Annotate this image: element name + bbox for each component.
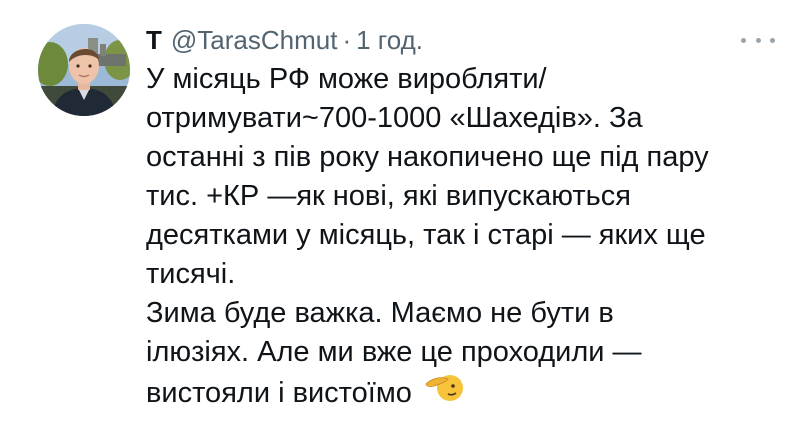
- tweet-text-line: отримувати~700-1000 «Шахедів». За: [146, 102, 643, 134]
- separator-dot: ·: [342, 24, 352, 55]
- tweet-text-line: У місяць РФ може виробляти/: [146, 63, 547, 95]
- tweet-text-line: вистояли і вистоїмо: [146, 377, 412, 410]
- tweet-text-line: десятками у місяць, так і старі — яких щ…: [146, 219, 706, 251]
- tweet-text-line: тис. +КР —як нові, які випускаються: [146, 180, 631, 212]
- tweet[interactable]: T @TarasChmut · 1 год. У місяць РФ може …: [0, 0, 801, 424]
- saluting-face-icon: [424, 370, 464, 415]
- user-handle[interactable]: @TarasChmut: [171, 25, 338, 56]
- more-dot: [741, 37, 746, 43]
- tweet-text-line: ілюзіях. Але ми вже це проходили —: [146, 336, 642, 368]
- timestamp[interactable]: 1 год.: [356, 25, 423, 56]
- more-dot: [755, 37, 761, 43]
- more-dot: [770, 37, 775, 43]
- more-options-icon[interactable]: [741, 30, 775, 50]
- tweet-header: T @TarasChmut · 1 год.: [146, 20, 423, 60]
- avatar[interactable]: [38, 24, 130, 116]
- tweet-text-last-line: вистояли і вистоїмо: [146, 372, 786, 411]
- avatar-photo: [38, 24, 130, 116]
- tweet-text-line: Зима буде важка. Маємо не бути в: [146, 297, 614, 329]
- tweet-text: У місяць РФ може виробляти/ отримувати~7…: [146, 60, 786, 411]
- tweet-text-line: останні з пів року накопичено ще під пар…: [146, 141, 709, 173]
- tweet-text-line: тисячі.: [146, 258, 236, 290]
- display-name[interactable]: T: [146, 25, 162, 56]
